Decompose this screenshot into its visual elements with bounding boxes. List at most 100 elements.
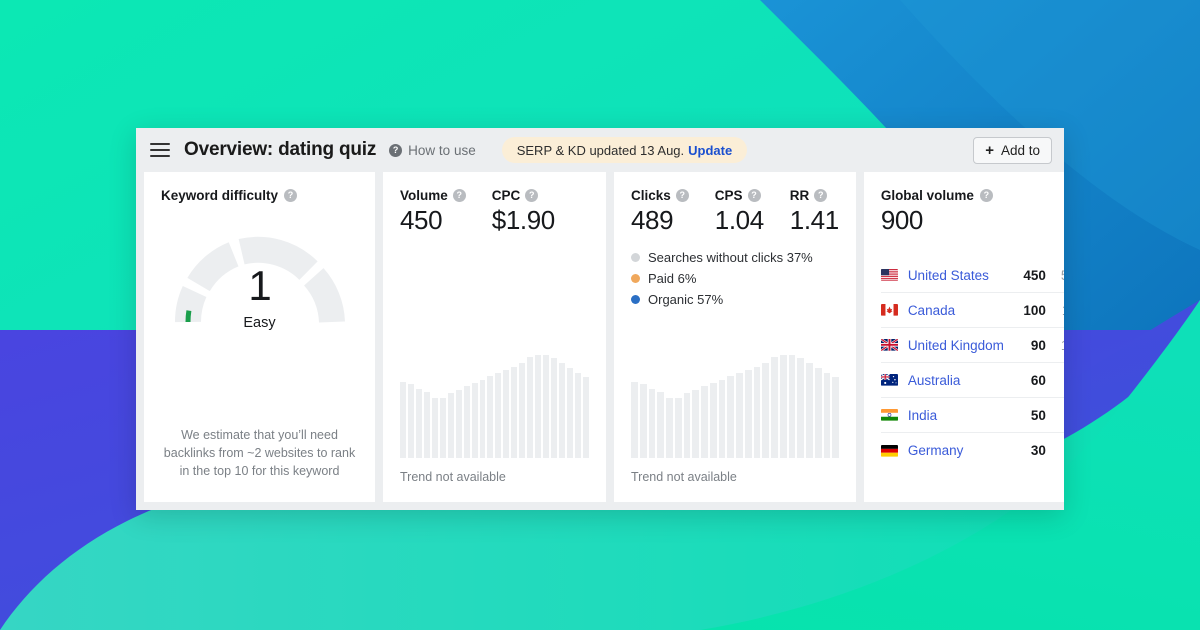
keyword-difficulty-level: Easy: [161, 315, 358, 331]
hamburger-icon[interactable]: [150, 143, 170, 157]
trend-bar: [832, 377, 839, 458]
clicks-trend-block: Trend not available: [631, 352, 839, 488]
metric-clicks-label-row: Clicks ?: [631, 188, 689, 203]
metric-cpc-label-row: CPC ?: [492, 188, 555, 203]
country-row[interactable]: India505%: [881, 398, 1064, 433]
metric-volume: Volume ? 450: [400, 188, 466, 236]
country-row[interactable]: United Kingdom9010%: [881, 328, 1064, 363]
question-mark-icon[interactable]: ?: [748, 189, 761, 202]
country-row[interactable]: Canada10011%: [881, 293, 1064, 328]
trend-bar: [432, 398, 438, 458]
trend-bar: [503, 370, 509, 458]
update-link[interactable]: Update: [688, 143, 732, 158]
trend-bar: [727, 376, 734, 458]
trend-bar: [527, 357, 533, 458]
trend-bar: [408, 384, 414, 458]
trend-bar: [583, 377, 589, 458]
volume-metrics: Volume ? 450 CPC ? $1.90: [400, 188, 589, 236]
metric-rr-label: RR: [790, 188, 810, 203]
metric-cpc: CPC ? $1.90: [492, 188, 555, 236]
trend-bar: [559, 363, 565, 458]
flag-au-icon: [881, 374, 898, 386]
trend-bar: [797, 358, 804, 458]
metric-cps-label: CPS: [715, 188, 743, 203]
country-percent: 10%: [1046, 338, 1064, 353]
legend-label: Searches without clicks 37%: [648, 250, 813, 265]
legend-label: Paid 6%: [648, 271, 696, 286]
keyword-difficulty-header: Keyword difficulty ?: [161, 188, 358, 203]
trend-bar: [519, 363, 525, 458]
country-volume: 450: [1004, 268, 1046, 283]
trend-bar: [736, 373, 743, 458]
question-mark-icon[interactable]: ?: [453, 189, 466, 202]
trend-bar: [567, 368, 573, 458]
metric-volume-label: Volume: [400, 188, 448, 203]
country-volume: 50: [1004, 408, 1046, 423]
plus-icon: +: [985, 143, 994, 158]
trend-bar: [754, 367, 761, 458]
add-to-button[interactable]: + Add to: [973, 137, 1052, 164]
how-to-use-label: How to use: [408, 143, 476, 158]
volume-trend-note: Trend not available: [400, 470, 589, 488]
trend-bar: [631, 382, 638, 458]
volume-cpc-card: Volume ? 450 CPC ? $1.90: [383, 172, 606, 502]
country-name[interactable]: India: [908, 408, 1004, 423]
screenshot-root: Overview: dating quiz ? How to use SERP …: [0, 0, 1200, 630]
metric-volume-value: 450: [400, 205, 466, 236]
country-row[interactable]: Australia606%: [881, 363, 1064, 398]
country-volume: 30: [1004, 443, 1046, 458]
metric-volume-label-row: Volume ?: [400, 188, 466, 203]
country-percent: 5%: [1046, 408, 1064, 423]
question-mark-icon[interactable]: ?: [525, 189, 538, 202]
country-name[interactable]: Canada: [908, 303, 1004, 318]
country-name[interactable]: Germany: [908, 443, 1004, 458]
clicks-card: Clicks ? 489 CPS ? 1.04: [614, 172, 856, 502]
question-mark-icon[interactable]: ?: [980, 189, 993, 202]
question-mark-icon[interactable]: ?: [284, 189, 297, 202]
trend-bar: [472, 383, 478, 458]
trend-bar: [400, 382, 406, 458]
how-to-use-link[interactable]: ? How to use: [389, 143, 476, 158]
metric-rr-value: 1.41: [790, 205, 839, 236]
country-name[interactable]: Australia: [908, 373, 1004, 388]
trend-bar: [692, 390, 699, 458]
country-row[interactable]: Germany303%: [881, 433, 1064, 468]
metric-cps: CPS ? 1.04: [715, 188, 764, 236]
legend-item: Organic 57%: [631, 292, 839, 307]
flag-in-icon: [881, 409, 898, 421]
trend-bar: [440, 398, 446, 458]
metric-cpc-label: CPC: [492, 188, 521, 203]
question-mark-icon[interactable]: ?: [676, 189, 689, 202]
trend-bar: [543, 355, 549, 458]
country-name[interactable]: United Kingdom: [908, 338, 1004, 353]
legend-item: Paid 6%: [631, 271, 839, 286]
question-mark-icon[interactable]: ?: [814, 189, 827, 202]
trend-bar: [487, 376, 493, 458]
trend-bar: [495, 373, 501, 458]
flag-de-icon: [881, 445, 898, 457]
country-volume: 90: [1004, 338, 1046, 353]
trend-bar: [464, 386, 470, 458]
country-row[interactable]: United States45050%: [881, 258, 1064, 293]
keyword-difficulty-gauge: 1 Easy: [161, 221, 358, 339]
question-mark-icon: ?: [389, 144, 402, 157]
country-name[interactable]: United States: [908, 268, 1004, 283]
trend-bar: [815, 368, 822, 458]
metric-cps-value: 1.04: [715, 205, 764, 236]
legend-item: Searches without clicks 37%: [631, 250, 839, 265]
global-volume-title: Global volume: [881, 188, 974, 203]
flag-us-icon: [881, 269, 898, 281]
trend-bar: [424, 392, 430, 458]
metrics-cards-row: Keyword difficulty ?: [136, 172, 1064, 510]
serp-kd-updated-text: SERP & KD updated 13 Aug.: [517, 143, 684, 158]
keyword-difficulty-note: We estimate that you’ll need backlinks f…: [161, 426, 358, 488]
metric-rr: RR ? 1.41: [790, 188, 839, 236]
legend-dot-searches-without-clicks: [631, 253, 640, 262]
country-volume: 60: [1004, 373, 1046, 388]
clicks-trend-chart: [631, 352, 839, 458]
legend-dot-paid: [631, 274, 640, 283]
metric-cps-label-row: CPS ?: [715, 188, 764, 203]
metric-clicks-value: 489: [631, 205, 689, 236]
trend-bar: [480, 380, 486, 458]
country-percent: 6%: [1046, 373, 1064, 388]
